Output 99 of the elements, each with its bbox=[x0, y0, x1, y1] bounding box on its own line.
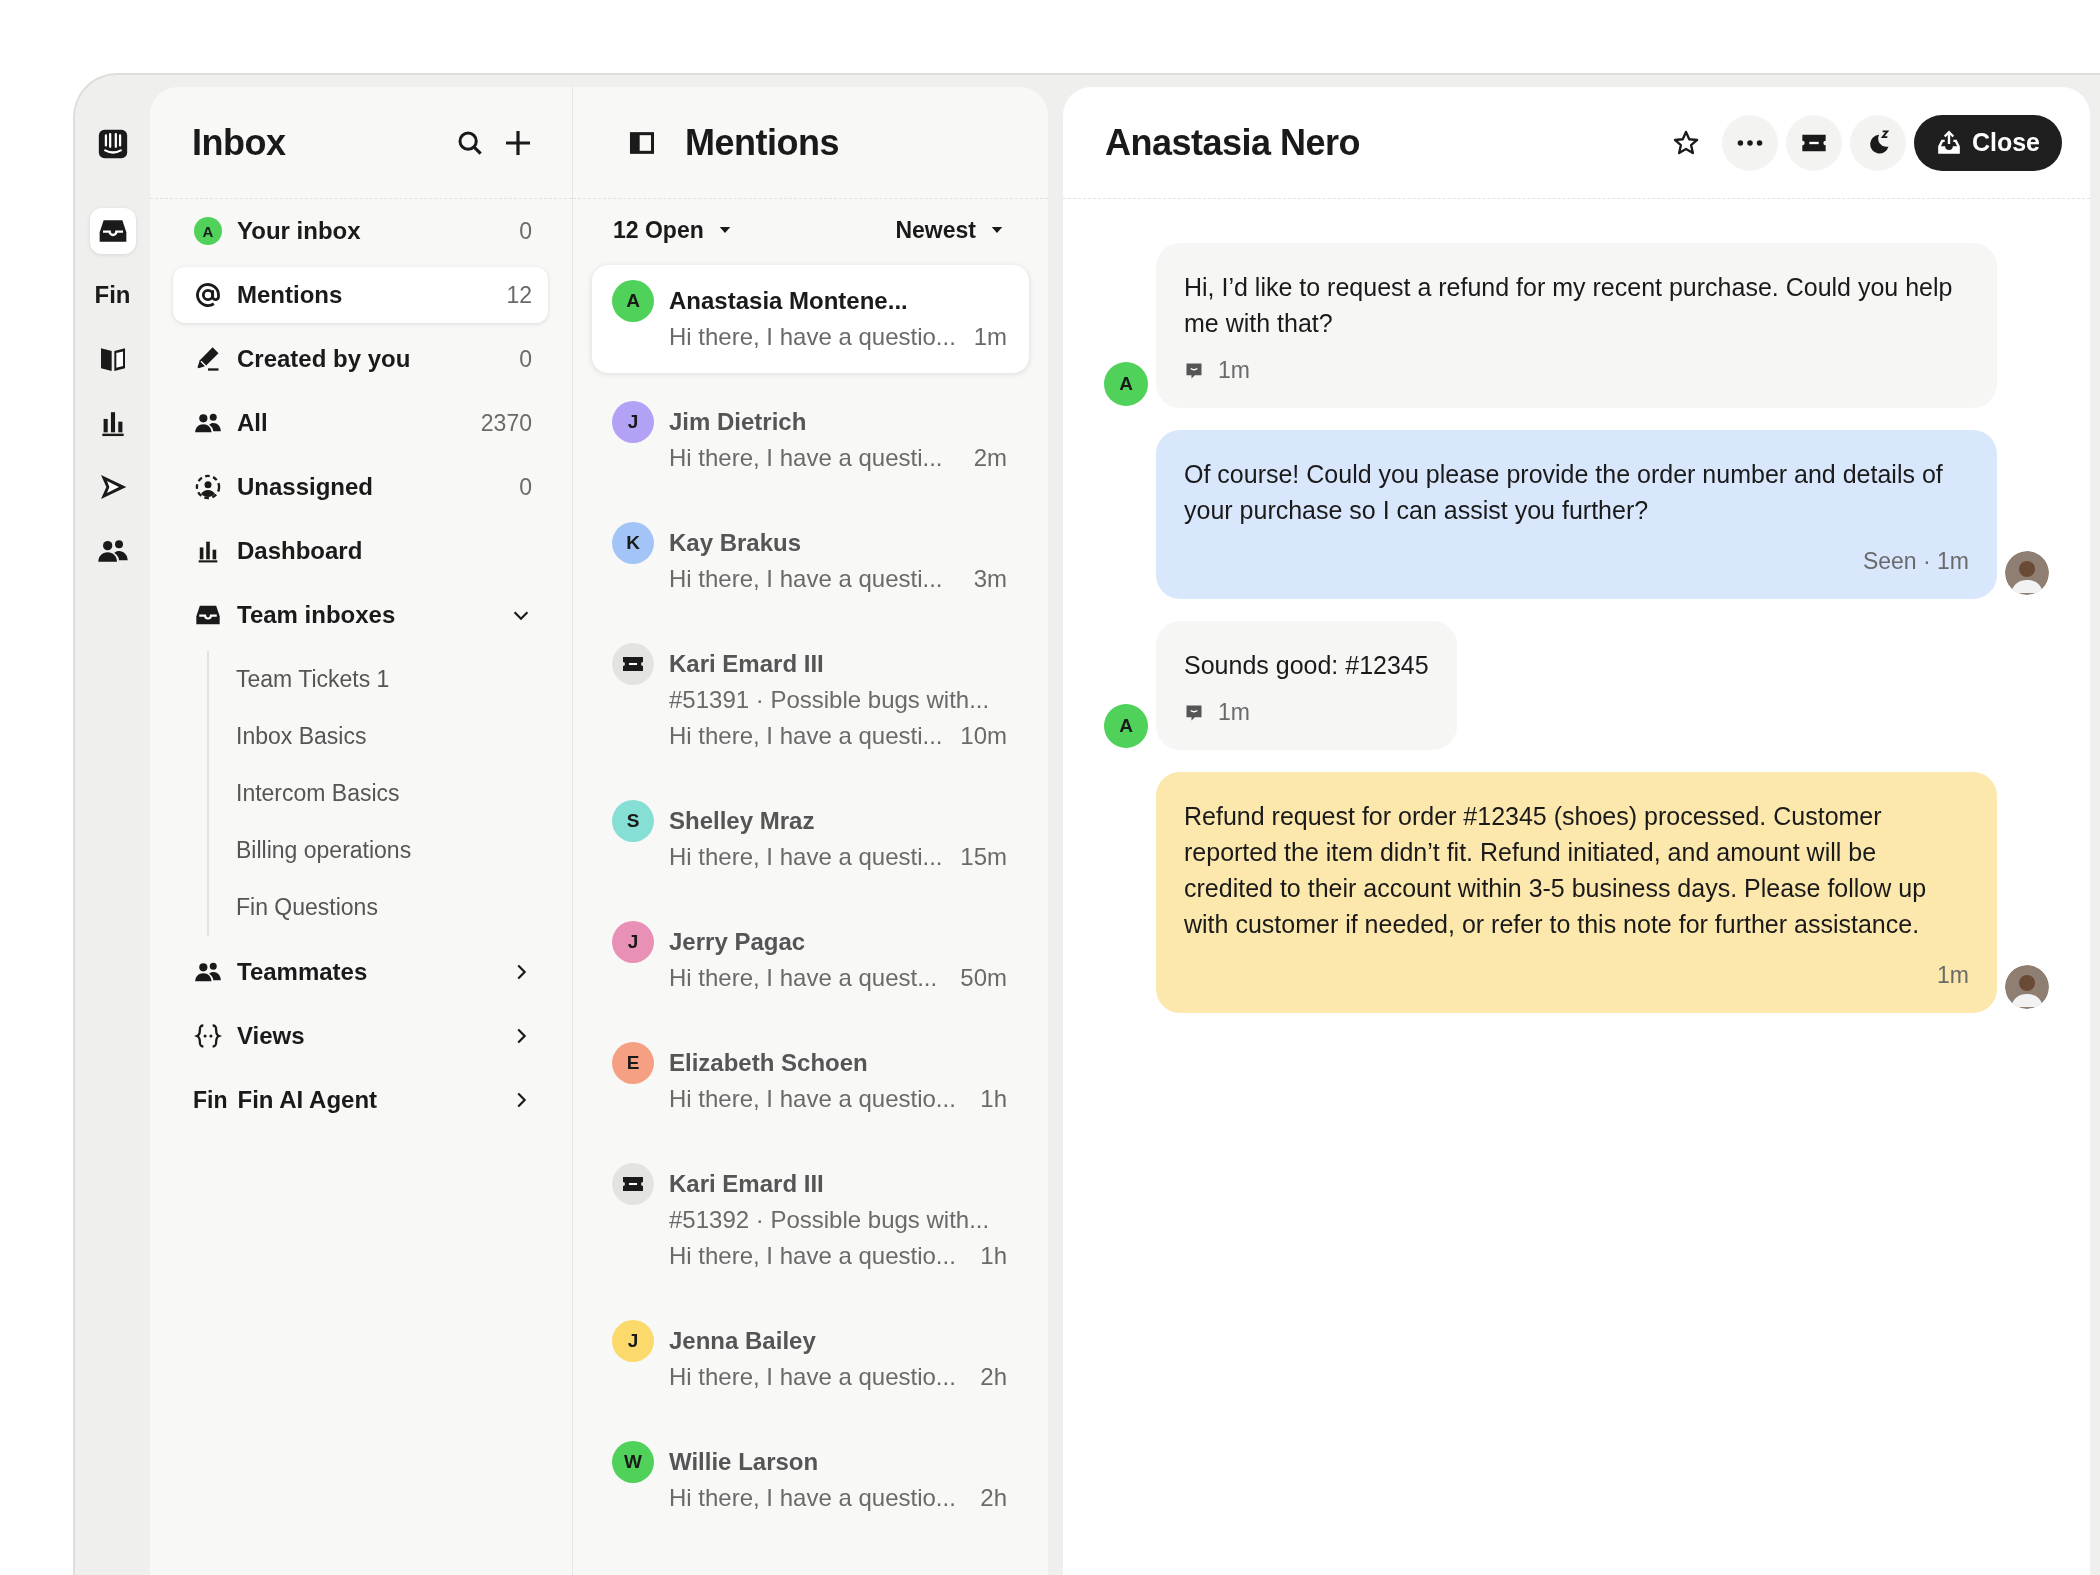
avatar: E bbox=[612, 1042, 654, 1084]
timestamp: 1h bbox=[980, 1084, 1007, 1114]
contact-name: Jim Dietrich bbox=[669, 407, 808, 437]
fin-label: Fin bbox=[193, 1086, 228, 1114]
nav-label: All bbox=[237, 409, 269, 437]
count: 0 bbox=[519, 345, 532, 373]
conversation-item[interactable]: S Shelley Mraz Hi there, I have a questi... 15m bbox=[592, 785, 1029, 893]
count: 0 bbox=[519, 217, 532, 245]
nav-subitem[interactable]: Billing operations bbox=[209, 822, 548, 879]
timestamp: 1m bbox=[1218, 357, 1250, 384]
nav-item[interactable]: Dashboard bbox=[173, 523, 548, 579]
conversation-item[interactable]: W Willie Larson Hi there, I have a questio... 2h bbox=[592, 1426, 1029, 1534]
conversation-item[interactable]: E Elizabeth Schoen Hi there, I have a questio... 1h bbox=[592, 1027, 1029, 1135]
contact-name: Kari Emard III bbox=[669, 1169, 825, 1199]
conversation-item[interactable]: Kari Emard III #51392 · Possible bugs with... Hi there, I have a questio... 1h bbox=[592, 1148, 1029, 1292]
message-preview: Hi there, I have a questi... bbox=[669, 564, 943, 594]
message-preview: Hi there, I have a questio... bbox=[669, 1241, 956, 1271]
conversation-item[interactable]: J Jerry Pagac Hi there, I have a quest... 50m bbox=[592, 906, 1029, 1014]
message-preview: Hi there, I have a questi... bbox=[669, 721, 943, 751]
count: 12 bbox=[506, 281, 532, 309]
timestamp: 2h bbox=[980, 1483, 1007, 1513]
nav-label: Unassigned bbox=[237, 473, 375, 501]
ticket-title: #51392 · Possible bugs with... bbox=[669, 1205, 991, 1235]
avatar: K bbox=[612, 522, 654, 564]
contact-name: Shelley Mraz bbox=[669, 806, 816, 836]
conversation-item[interactable]: Kari Emard III #51391 · Possible bugs with... Hi there, I have a questi... 10m bbox=[592, 628, 1029, 772]
count: 2370 bbox=[480, 409, 532, 437]
nav-subitem[interactable]: Team Tickets 1 bbox=[209, 651, 548, 708]
nav-item[interactable]: All 2370 bbox=[173, 395, 548, 451]
nav-label: Fin AI Agent bbox=[237, 1086, 379, 1114]
avatar: A bbox=[1104, 362, 1148, 406]
nav-label: Dashboard bbox=[237, 537, 364, 565]
message-text: Hi, I’d like to request a refund for my recent purchase. Could you help me with that? bbox=[1184, 272, 1954, 339]
avatar: A bbox=[194, 217, 222, 245]
nav-item[interactable]: A Your inbox 0 bbox=[173, 203, 548, 259]
filter-dropdown[interactable]: 12 Open bbox=[613, 216, 734, 244]
nav-item[interactable]: Teammates bbox=[173, 944, 548, 1000]
message-preview: Hi there, I have a quest... bbox=[669, 963, 938, 993]
message-text: Of course! Could you please provide the order number and details of your purchase so I can assist you further? bbox=[1184, 459, 1944, 526]
avatar: A bbox=[612, 280, 654, 322]
timestamp: 15m bbox=[960, 842, 1007, 872]
contact-name: Jerry Pagac bbox=[669, 927, 807, 957]
nav-label: Created by you bbox=[237, 345, 412, 373]
conversation-title: Anastasia Nero bbox=[1105, 121, 1361, 164]
message-preview: Hi there, I have a questio... bbox=[669, 1483, 956, 1513]
close-button[interactable]: Close bbox=[1913, 114, 2062, 171]
nav-label: Teammates bbox=[237, 958, 369, 986]
timestamp: 2h bbox=[980, 1362, 1007, 1392]
contact-name: Kari Emard III bbox=[669, 649, 825, 679]
avatar: J bbox=[612, 1320, 654, 1362]
timestamp: 50m bbox=[960, 963, 1007, 993]
conversation-item[interactable]: K Kay Brakus Hi there, I have a questi... 3m bbox=[592, 507, 1029, 615]
timestamp: 10m bbox=[960, 721, 1007, 751]
nav-item[interactable]: Team inboxes bbox=[173, 587, 548, 643]
message-preview: Hi there, I have a questio... bbox=[669, 322, 956, 352]
conversation-item[interactable]: A Anastasia Montene... Hi there, I have a questio... 1m bbox=[592, 265, 1029, 373]
message-preview: Hi there, I have a questi... bbox=[669, 842, 943, 872]
ticket-title: #51391 · Possible bugs with... bbox=[669, 685, 991, 715]
avatar: W bbox=[612, 1441, 654, 1483]
filter-dropdown[interactable]: Newest bbox=[895, 216, 1006, 244]
timestamp: 3m bbox=[973, 564, 1007, 594]
nav-label: Mentions bbox=[237, 281, 344, 309]
nav-label: Your inbox bbox=[237, 217, 362, 245]
message-preview: Hi there, I have a questio... bbox=[669, 1362, 956, 1392]
timestamp: 1m bbox=[1937, 962, 1969, 989]
seen-status: Seen · 1m bbox=[1862, 548, 1969, 575]
rail-fin-button[interactable]: Fin bbox=[89, 272, 136, 318]
nav-item[interactable]: Unassigned 0 bbox=[173, 459, 548, 515]
avatar: J bbox=[612, 921, 654, 963]
count: 0 bbox=[519, 473, 532, 501]
nav-subitem[interactable]: Inbox Basics bbox=[209, 708, 548, 765]
avatar: A bbox=[1104, 704, 1148, 748]
timestamp: 1m bbox=[1218, 699, 1250, 726]
panel-title: Inbox bbox=[192, 121, 286, 164]
nav-item[interactable]: Created by you 0 bbox=[173, 331, 548, 387]
timestamp: 1h bbox=[980, 1241, 1007, 1271]
contact-name: Jenna Bailey bbox=[669, 1326, 817, 1356]
nav-item[interactable]: Fin Fin AI Agent bbox=[173, 1072, 548, 1128]
contact-name: Kay Brakus bbox=[669, 528, 803, 558]
nav-item[interactable]: Views bbox=[173, 1008, 548, 1064]
timestamp: 2m bbox=[973, 443, 1007, 473]
panel-title: Mentions bbox=[685, 121, 839, 164]
nav-label: Team inboxes bbox=[237, 601, 397, 629]
conversation-item[interactable]: J Jenna Bailey Hi there, I have a questio... 2h bbox=[592, 1305, 1029, 1413]
message-preview: Hi there, I have a questio... bbox=[669, 1084, 956, 1114]
nav-subitem[interactable]: Intercom Basics bbox=[209, 765, 548, 822]
contact-name: Elizabeth Schoen bbox=[669, 1048, 869, 1078]
message-text: Refund request for order #12345 (shoes) processed. Customer reported the item didn’t fit. Refund initiated, and amount will be credited to their account within 3-5 business days. Please follow up with customer if needed, or refer to this note for further assistance. bbox=[1184, 801, 1928, 940]
nav-item[interactable]: Mentions 12 bbox=[173, 267, 548, 323]
avatar: S bbox=[612, 800, 654, 842]
message-preview: Hi there, I have a questi... bbox=[669, 443, 943, 473]
timestamp: 1m bbox=[973, 322, 1007, 352]
nav-label: Views bbox=[237, 1022, 306, 1050]
contact-name: Willie Larson bbox=[669, 1447, 820, 1477]
contact-name: Anastasia Montene... bbox=[669, 286, 909, 316]
avatar: J bbox=[612, 401, 654, 443]
nav-subitem[interactable]: Fin Questions bbox=[209, 879, 548, 936]
conversation-item[interactable]: J Jim Dietrich Hi there, I have a questi... 2m bbox=[592, 386, 1029, 494]
message-text: Sounds good: #12345 bbox=[1184, 650, 1429, 681]
